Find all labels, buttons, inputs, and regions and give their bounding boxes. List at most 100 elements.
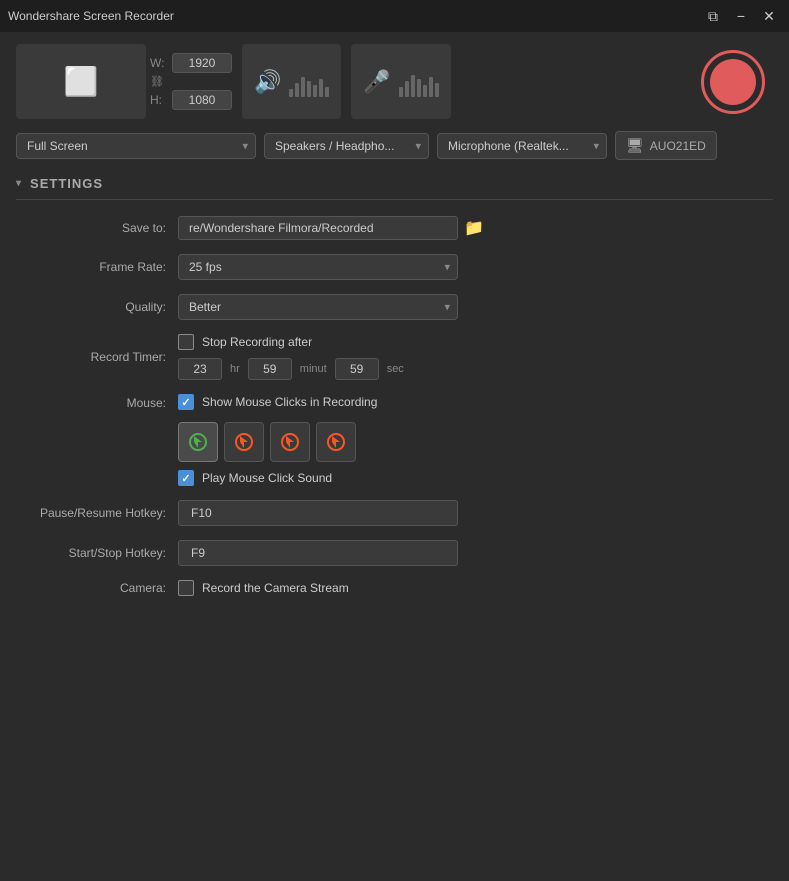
volume-bar [289, 89, 293, 97]
timer-inputs-row: hr minut sec [178, 358, 404, 380]
timer-seconds-unit: sec [387, 363, 404, 375]
show-mouse-clicks-row: ✓ Show Mouse Clicks in Recording [178, 394, 377, 410]
settings-grid: Save to: re/Wondershare Filmora/Recorded… [16, 216, 773, 596]
timer-minutes-unit: minut [300, 363, 327, 375]
save-to-row: Save to: re/Wondershare Filmora/Recorded… [26, 216, 773, 240]
monitor-badge: 🖥 AUO21ED [615, 131, 717, 160]
play-mouse-sound-checkbox[interactable]: ✓ [178, 470, 194, 486]
frame-rate-select[interactable]: 25 fps [178, 254, 458, 280]
maximize-button[interactable]: ⧉ [701, 4, 725, 28]
cursor-option-2[interactable] [224, 422, 264, 462]
frame-rate-row: Frame Rate: 25 fps [26, 254, 773, 280]
volume-bar [423, 85, 427, 97]
monitor-label: AUO21ED [650, 139, 706, 153]
settings-header: ▾ SETTINGS [16, 176, 773, 200]
volume-bar [325, 87, 329, 97]
volume-bar [313, 85, 317, 97]
timer-hours-input[interactable] [178, 358, 222, 380]
title-bar: Wondershare Screen Recorder ⧉ − ✕ [0, 0, 789, 32]
cursor-option-4[interactable] [316, 422, 356, 462]
cursor-option-1[interactable] [178, 422, 218, 462]
volume-bar [319, 79, 323, 97]
mouse-cursor-options [178, 422, 377, 462]
height-input[interactable] [172, 90, 232, 110]
save-to-label: Save to: [26, 221, 166, 235]
screen-mode-wrapper: Full Screen [16, 133, 256, 159]
record-button[interactable] [701, 50, 765, 114]
speaker-panel: 🔊 [242, 44, 341, 119]
screen-mode-select[interactable]: Full Screen [16, 133, 256, 159]
microphone-wrapper: Microphone (Realtek... [437, 133, 607, 159]
start-stop-hotkey-label: Start/Stop Hotkey: [26, 546, 166, 560]
cursor-option-3[interactable] [270, 422, 310, 462]
frame-rate-wrapper: 25 fps [178, 254, 458, 280]
record-timer-label: Record Timer: [26, 350, 166, 364]
volume-bar [399, 87, 403, 97]
volume-bar [411, 75, 415, 97]
settings-title: SETTINGS [30, 176, 103, 191]
camera-row: Camera: Record the Camera Stream [26, 580, 773, 596]
record-button-container [693, 44, 773, 119]
settings-arrow[interactable]: ▾ [16, 178, 22, 189]
save-path-text: re/Wondershare Filmora/Recorded [178, 216, 458, 240]
timer-minutes-input[interactable] [248, 358, 292, 380]
dimensions-panel: W: ⛓ H: [150, 53, 232, 110]
volume-bar [295, 83, 299, 97]
link-icon: ⛓ [150, 75, 168, 88]
volume-bar [429, 77, 433, 97]
play-mouse-sound-row: ✓ Play Mouse Click Sound [178, 470, 377, 486]
checkbox-check-sound-icon: ✓ [181, 472, 190, 485]
show-mouse-clicks-checkbox[interactable]: ✓ [178, 394, 194, 410]
stop-recording-check-row: Stop Recording after [178, 334, 404, 350]
folder-icon[interactable]: 📁 [464, 218, 484, 238]
mic-panel: 🎤 [351, 44, 450, 119]
title-bar-controls: ⧉ − ✕ [701, 4, 781, 28]
width-input[interactable] [172, 53, 232, 73]
volume-bar [435, 83, 439, 97]
volume-bar [301, 77, 305, 97]
pause-hotkey-input[interactable] [178, 500, 458, 526]
mic-icon: 🎤 [363, 69, 390, 95]
pause-hotkey-label: Pause/Resume Hotkey: [26, 506, 166, 520]
microphone-select[interactable]: Microphone (Realtek... [437, 133, 607, 159]
play-mouse-sound-label: Play Mouse Click Sound [202, 471, 332, 485]
mouse-row: Mouse: ✓ Show Mouse Clicks in Recording [26, 394, 773, 486]
width-label: W: [150, 56, 168, 70]
record-dot [710, 59, 756, 105]
camera-label: Camera: [26, 581, 166, 595]
start-stop-hotkey-row: Start/Stop Hotkey: [26, 540, 773, 566]
width-row: W: [150, 53, 232, 73]
start-stop-hotkey-input[interactable] [178, 540, 458, 566]
timer-hours-unit: hr [230, 363, 240, 375]
record-timer-row: Record Timer: Stop Recording after hr mi… [26, 334, 773, 380]
volume-bar [417, 79, 421, 97]
checkbox-check-icon: ✓ [181, 396, 190, 409]
volume-bar [307, 81, 311, 97]
quality-label: Quality: [26, 300, 166, 314]
quality-row: Quality: Better [26, 294, 773, 320]
app-title: Wondershare Screen Recorder [8, 9, 174, 23]
mouse-section: ✓ Show Mouse Clicks in Recording [178, 394, 377, 486]
show-mouse-clicks-label: Show Mouse Clicks in Recording [202, 395, 377, 409]
close-button[interactable]: ✕ [757, 4, 781, 28]
dropdowns-row: Full Screen Speakers / Headpho... Microp… [16, 131, 773, 160]
frame-rate-label: Frame Rate: [26, 260, 166, 274]
record-camera-row: Record the Camera Stream [178, 580, 349, 596]
quality-select[interactable]: Better [178, 294, 458, 320]
height-label: H: [150, 93, 168, 107]
screen-icon: ⬜ [64, 65, 99, 98]
volume-bar [405, 81, 409, 97]
title-bar-left: Wondershare Screen Recorder [8, 9, 174, 23]
pause-hotkey-row: Pause/Resume Hotkey: [26, 500, 773, 526]
mic-volume-bars [399, 67, 439, 97]
record-camera-checkbox[interactable] [178, 580, 194, 596]
stop-recording-checkbox[interactable] [178, 334, 194, 350]
timer-seconds-input[interactable] [335, 358, 379, 380]
quality-wrapper: Better [178, 294, 458, 320]
top-controls: ⬜ W: ⛓ H: 🔊 🎤 [16, 44, 773, 119]
speaker-volume-bars [289, 67, 329, 97]
speaker-select[interactable]: Speakers / Headpho... [264, 133, 429, 159]
minimize-button[interactable]: − [729, 4, 753, 28]
mouse-label: Mouse: [26, 394, 166, 410]
main-content: ⬜ W: ⛓ H: 🔊 🎤 [0, 32, 789, 608]
